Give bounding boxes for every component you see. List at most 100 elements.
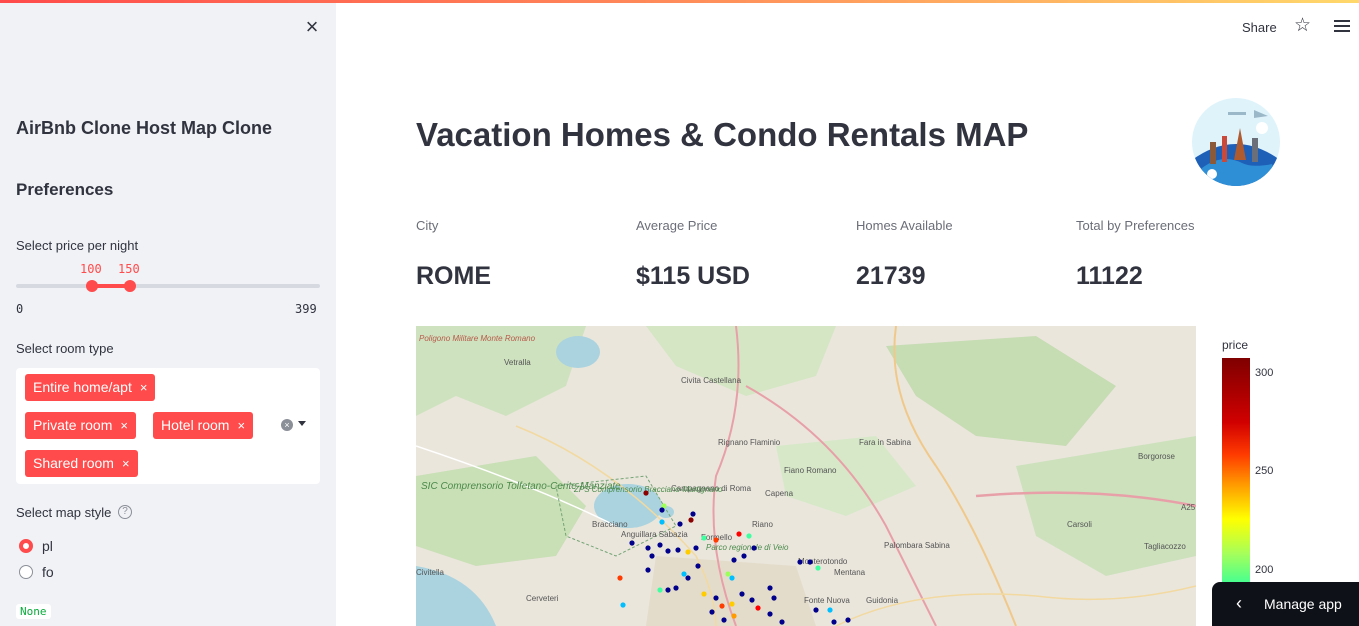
remove-tag-icon[interactable]: × <box>237 418 245 433</box>
listing-point[interactable] <box>739 591 745 597</box>
listing-point[interactable] <box>695 563 701 569</box>
map-label: Mentana <box>834 568 866 577</box>
listing-point[interactable] <box>767 585 773 591</box>
listing-point[interactable] <box>721 617 727 623</box>
listing-point[interactable] <box>713 537 719 543</box>
map-label: Parco regionale di Veio <box>706 543 789 552</box>
listing-point[interactable] <box>827 607 833 613</box>
output-value-badge: None <box>16 604 51 619</box>
listing-point[interactable] <box>690 511 696 517</box>
map-label: Riano <box>752 520 773 529</box>
star-icon[interactable]: ☆ <box>1294 16 1311 36</box>
listing-point[interactable] <box>685 575 691 581</box>
map-label: Fonte Nuova <box>804 596 850 605</box>
map-label: Capena <box>765 489 794 498</box>
top-decoration-bar <box>0 0 1359 3</box>
listing-point[interactable] <box>731 557 737 563</box>
map-style-radio-pl[interactable] <box>19 539 33 553</box>
metric-label-average-price: Average Price <box>636 218 718 233</box>
listing-point[interactable] <box>709 609 715 615</box>
map-style-label: Select map style <box>16 505 112 520</box>
remove-tag-icon[interactable]: × <box>122 456 130 471</box>
share-button[interactable]: Share <box>1242 20 1277 35</box>
tag-label: Private room <box>33 417 113 433</box>
price-slider-low-thumb[interactable] <box>86 280 98 292</box>
price-slider-max: 399 <box>295 302 317 316</box>
listing-point[interactable] <box>736 531 742 537</box>
listing-point[interactable] <box>657 587 663 593</box>
preferences-heading: Preferences <box>16 180 114 199</box>
price-slider-track[interactable] <box>16 284 320 288</box>
listing-point[interactable] <box>659 507 665 513</box>
listing-point[interactable] <box>620 602 626 608</box>
close-sidebar-button[interactable]: × <box>302 16 322 38</box>
listing-point[interactable] <box>675 547 681 553</box>
listing-point[interactable] <box>815 565 821 571</box>
listing-point[interactable] <box>673 585 679 591</box>
listing-point[interactable] <box>755 605 761 611</box>
colorbar-title: price <box>1222 338 1249 352</box>
listing-point[interactable] <box>779 619 785 625</box>
price-slider-high-thumb[interactable] <box>124 280 136 292</box>
chevron-down-icon[interactable] <box>298 421 306 426</box>
metric-label-homes-available: Homes Available <box>856 218 953 233</box>
listing-point[interactable] <box>659 519 665 525</box>
rental-map[interactable]: Poligono Militare Monte Romano Vetralla … <box>416 326 1196 626</box>
listing-point[interactable] <box>681 571 687 577</box>
listing-point[interactable] <box>771 595 777 601</box>
listing-point[interactable] <box>617 575 623 581</box>
listing-point[interactable] <box>643 490 649 496</box>
listing-point[interactable] <box>665 587 671 593</box>
map-label: Borgorose <box>1138 452 1175 461</box>
listing-point[interactable] <box>649 553 655 559</box>
remove-tag-icon[interactable]: × <box>140 380 148 395</box>
listing-point[interactable] <box>729 601 735 607</box>
room-type-tag-entire-home: Entire home/apt × <box>25 374 156 401</box>
map-label: Carsoli <box>1067 520 1092 529</box>
manage-app-button[interactable]: ‹ Manage app <box>1212 582 1359 626</box>
metric-value-city: ROME <box>416 262 491 290</box>
listing-point[interactable] <box>693 545 699 551</box>
clear-all-icon[interactable]: × <box>281 419 293 431</box>
room-type-label: Select room type <box>16 341 114 356</box>
listing-point[interactable] <box>813 607 819 613</box>
map-label: Bracciano <box>592 520 628 529</box>
manage-app-label: Manage app <box>1264 596 1342 612</box>
listing-point[interactable] <box>719 603 725 609</box>
listing-point[interactable] <box>685 549 691 555</box>
map-label: Civita Castellana <box>681 376 742 385</box>
map-style-radio-fo[interactable] <box>19 565 33 579</box>
listing-point[interactable] <box>751 545 757 551</box>
listing-point[interactable] <box>797 559 803 565</box>
listing-point[interactable] <box>767 611 773 617</box>
listing-point[interactable] <box>629 540 635 546</box>
listing-point[interactable] <box>729 575 735 581</box>
hamburger-menu-icon[interactable] <box>1334 20 1350 35</box>
help-icon[interactable]: ? <box>118 505 132 519</box>
listing-point[interactable] <box>749 597 755 603</box>
map-label: Rignano Flaminio <box>718 438 781 447</box>
colorbar-tick: 250 <box>1255 465 1274 477</box>
map-label: Vetralla <box>504 358 531 367</box>
tag-label: Entire home/apt <box>33 379 132 395</box>
listing-point[interactable] <box>713 595 719 601</box>
listing-point[interactable] <box>665 548 671 554</box>
listing-point[interactable] <box>746 533 752 539</box>
listing-point[interactable] <box>807 559 813 565</box>
listing-point[interactable] <box>845 617 851 623</box>
listing-point[interactable] <box>645 545 651 551</box>
colorbar-tick: 200 <box>1255 564 1274 576</box>
listing-point[interactable] <box>701 591 707 597</box>
listing-point[interactable] <box>657 542 663 548</box>
remove-tag-icon[interactable]: × <box>120 418 128 433</box>
listing-point[interactable] <box>688 517 694 523</box>
listing-point[interactable] <box>741 553 747 559</box>
listing-point[interactable] <box>677 521 683 527</box>
listing-point[interactable] <box>725 571 731 577</box>
listing-point[interactable] <box>645 567 651 573</box>
colorbar-tick: 300 <box>1255 367 1274 379</box>
listing-point[interactable] <box>701 535 707 541</box>
listing-point[interactable] <box>731 613 737 619</box>
sidebar-app-title: AirBnb Clone Host Map Clone <box>16 118 272 138</box>
listing-point[interactable] <box>831 619 837 625</box>
